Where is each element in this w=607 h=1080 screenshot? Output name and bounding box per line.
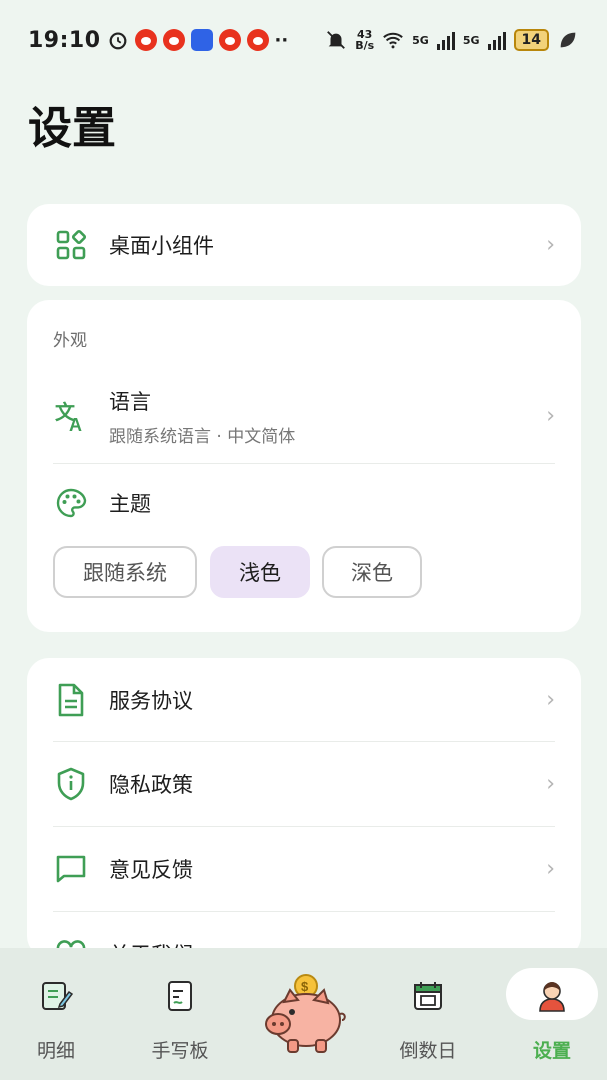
app-notification-icon: [190, 29, 213, 51]
sim1-type: 5G: [412, 33, 429, 47]
tab-handwriting-label: 手写板: [151, 1040, 209, 1062]
alarm-icon: [109, 32, 126, 50]
palette-icon: [53, 485, 89, 521]
theme-option-follow-system[interactable]: 跟随系统: [53, 546, 197, 598]
signal-icon: [436, 30, 455, 50]
page-title: 设置: [28, 103, 116, 154]
weibo-notification-icon: [134, 29, 157, 51]
desktop-widget-label: 桌面小组件: [109, 234, 214, 258]
svg-text:$: $: [301, 979, 309, 994]
weibo-notification-icon: [218, 29, 241, 51]
widgets-icon: [53, 227, 89, 263]
weibo-notification-icon: [246, 29, 269, 51]
piggy-bank-button[interactable]: $: [260, 972, 348, 1056]
feedback-row[interactable]: 意见反馈 ›: [27, 827, 581, 911]
calendar-icon: [414, 982, 442, 1010]
document-icon: [53, 682, 89, 718]
desktop-widget-row[interactable]: 桌面小组件 ›: [27, 204, 581, 286]
chevron-right-icon: ›: [546, 687, 555, 713]
chevron-right-icon: ›: [546, 771, 555, 797]
status-bar: 19:10 ·· 43 B/s 5G 5G 14: [0, 0, 607, 80]
net-speed-unit: B/s: [355, 39, 375, 52]
theme-option-dark[interactable]: 深色: [322, 546, 422, 598]
privacy-policy-row[interactable]: 隐私政策 ›: [27, 742, 581, 826]
user-avatar-icon: [539, 982, 565, 1012]
sim2-type: 5G: [462, 33, 480, 47]
theme-row: 主题: [27, 468, 581, 538]
tab-details[interactable]: 明细: [20, 948, 92, 1080]
language-value: 跟随系统语言 · 中文简体: [109, 426, 296, 447]
shield-info-icon: [53, 766, 89, 802]
tab-countdown[interactable]: 倒数日: [388, 948, 468, 1080]
language-row[interactable]: 文A 语言 跟随系统语言 · 中文简体 ›: [27, 370, 581, 462]
more-notifications-icon: ··: [274, 29, 289, 51]
privacy-policy-label: 隐私政策: [109, 773, 193, 797]
notepad-icon: [42, 982, 74, 1010]
mute-bell-icon: [327, 31, 346, 49]
net-speed: 43 B/s: [355, 29, 374, 51]
widget-card: 桌面小组件 ›: [27, 204, 581, 286]
theme-option-light[interactable]: 浅色: [210, 546, 310, 598]
battery-indicator: 14: [513, 29, 549, 51]
tab-countdown-label: 倒数日: [399, 1040, 457, 1062]
tab-settings-label: 设置: [532, 1040, 571, 1062]
language-label: 语言: [109, 389, 151, 414]
wifi-icon: [383, 32, 403, 49]
appearance-section-title: 外观: [53, 331, 87, 351]
signal-icon: [487, 30, 506, 50]
chat-bubble-icon: [53, 851, 89, 887]
divider: [53, 463, 555, 464]
service-agreement-row[interactable]: 服务协议 ›: [27, 658, 581, 742]
piggy-bank-icon: $: [265, 974, 346, 1053]
tab-details-label: 明细: [36, 1040, 75, 1062]
tab-handwriting[interactable]: 手写板: [140, 948, 220, 1080]
translate-icon: 文A: [53, 398, 89, 434]
chevron-right-icon: ›: [546, 856, 555, 882]
handwriting-pad-icon: [168, 981, 192, 1011]
status-time: 19:10: [28, 27, 101, 53]
tab-settings[interactable]: 设置: [512, 948, 592, 1080]
info-card: 服务协议 › 隐私政策 › 意见反馈 › 关于我们 ›: [27, 658, 581, 958]
chevron-right-icon: ›: [546, 403, 555, 429]
theme-label: 主题: [109, 492, 151, 516]
weibo-notification-icon: [162, 29, 185, 51]
chevron-right-icon: ›: [546, 232, 555, 258]
service-agreement-label: 服务协议: [109, 689, 193, 713]
leaf-icon: [560, 32, 576, 48]
svg-text:A: A: [69, 415, 82, 433]
feedback-label: 意见反馈: [109, 858, 193, 882]
